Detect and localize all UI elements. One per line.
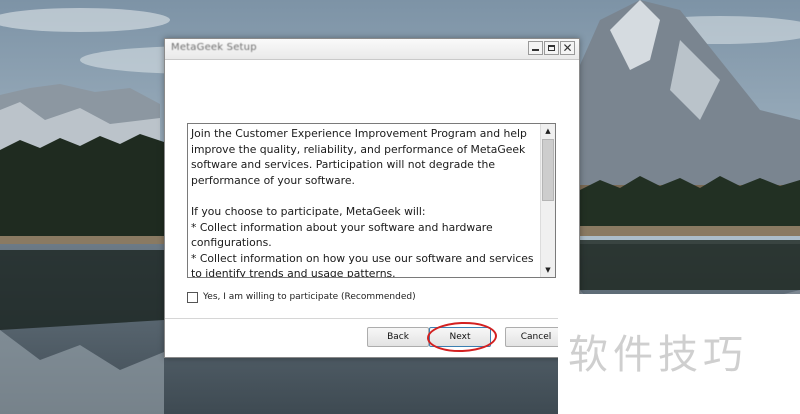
minimize-button[interactable] (528, 41, 543, 55)
back-button[interactable]: Back (367, 327, 429, 347)
maximize-button[interactable] (544, 41, 559, 55)
scroll-thumb[interactable] (542, 139, 554, 201)
window-title: MetaGeek Setup (171, 42, 257, 53)
info-textbox[interactable]: Join the Customer Experience Improvement… (187, 123, 556, 278)
divider (165, 318, 579, 319)
title-bar[interactable]: MetaGeek Setup ✕ (165, 39, 579, 60)
setup-window: MetaGeek Setup ✕ Join the Customer Exper… (164, 38, 580, 358)
close-button[interactable]: ✕ (560, 41, 575, 55)
close-icon: ✕ (562, 41, 573, 55)
vertical-scrollbar[interactable]: ▲ ▼ (540, 124, 555, 277)
program-description: Join the Customer Experience Improvement… (191, 127, 534, 278)
participate-checkbox[interactable] (187, 292, 198, 303)
participate-label[interactable]: Yes, I am willing to participate (Recomm… (203, 291, 416, 304)
minimize-icon (532, 49, 539, 51)
maximize-icon (548, 45, 555, 51)
next-highlight-ring (426, 320, 498, 354)
watermark-text: 软件技巧 (568, 332, 748, 378)
scroll-up-icon[interactable]: ▲ (541, 124, 555, 138)
scroll-down-icon[interactable]: ▼ (541, 263, 555, 277)
